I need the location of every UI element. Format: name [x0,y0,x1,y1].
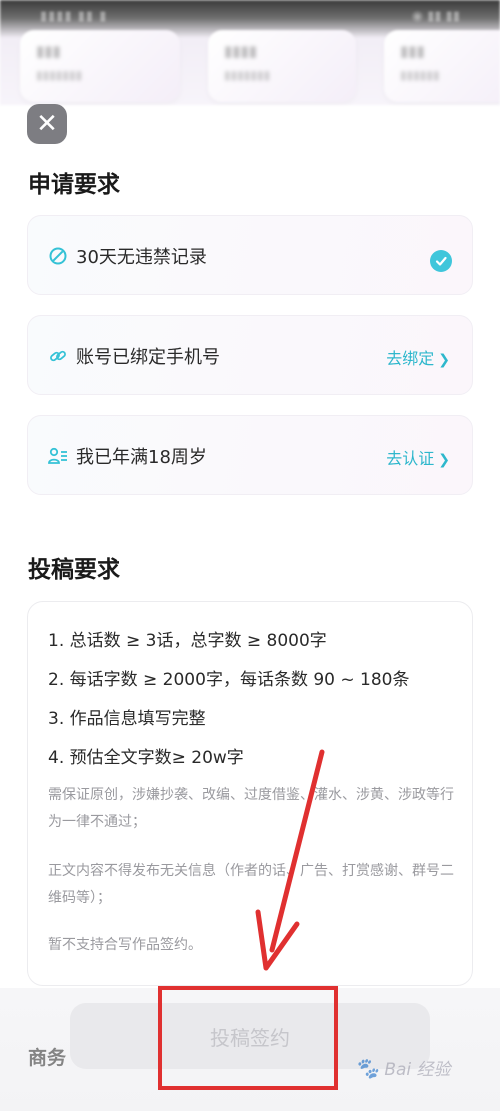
status-carrier: ▮▮▮▮ ▮▮ ▮ [40,9,108,24]
submit-requirements-box: 1. 总话数 ≥ 3话，总字数 ≥ 8000字 2. 每话字数 ≥ 2000字，… [27,601,473,986]
annotation-highlight-box [158,986,338,1090]
user-verify-icon [48,446,68,466]
bind-phone-link[interactable]: 去绑定 ❯ [386,345,450,369]
status-bar: ▮▮▮▮ ▮▮ ▮ ◉ ▮▮ ▮▮ [0,0,500,34]
verify-age-link[interactable]: 去认证 ❯ [386,445,450,469]
submit-rule: 1. 总话数 ≥ 3话，总字数 ≥ 8000字 [48,631,327,651]
submit-rule: 4. 预估全文字数≥ 20w字 [48,748,244,768]
chevron-right-icon: ❯ [438,352,450,368]
link-icon [48,346,68,366]
bind-phone-label: 去绑定 [386,349,435,368]
background-card: ▮▮▮ ▮▮▮▮▮▮▮ [20,30,180,102]
requirement-no-violation: 30天无违禁记录 [27,215,473,295]
watermark-text: Bai 经验 [384,1060,451,1080]
paw-icon: 🐾 [354,1056,379,1080]
checkmark-icon [430,250,452,272]
close-icon: ✕ [36,109,58,139]
background-card: ▮▮▮▮ ▮▮▮▮▮▮▮ [208,30,356,102]
requirement-label: 30天无违禁记录 [76,247,207,268]
requirement-age: 我已年满18周岁 去认证 ❯ [27,415,473,495]
section-title-business: 商务 [28,1047,67,1069]
section-title-submit: 投稿要求 [28,557,120,583]
background-card: ▮▮▮ ▮▮▮▮▮▮ [384,30,500,102]
chevron-right-icon: ❯ [438,452,450,468]
submit-rule: 2. 每话字数 ≥ 2000字，每话条数 90 ~ 180条 [48,670,410,690]
submit-note: 暂不支持合写作品签约。 [48,937,202,953]
submit-rule: 3. 作品信息填写完整 [48,709,206,729]
requirement-bind-phone: 账号已绑定手机号 去绑定 ❯ [27,315,473,395]
prohibit-icon [48,246,68,266]
submit-note: 正文内容不得发布无关信息（作者的话、广告、打赏感谢、群号二维码等）； [48,863,454,906]
background-header: ▮▮▮▮ ▮▮ ▮ ◉ ▮▮ ▮▮ ▮▮▮ ▮▮▮▮▮▮▮ ▮▮▮▮ ▮▮▮▮▮▮▮… [0,0,500,105]
close-button[interactable]: ✕ [27,104,67,144]
watermark: 🐾 Bai 经验 [354,1055,484,1095]
submit-note: 需保证原创，涉嫌抄袭、改编、过度借鉴、灌水、涉黄、涉政等行为一律不通过； [48,787,454,830]
verify-age-label: 去认证 [386,449,435,468]
status-battery: ◉ ▮▮ ▮▮ [411,9,460,24]
section-title-apply: 申请要求 [28,172,120,198]
requirement-label: 我已年满18周岁 [76,447,207,468]
requirement-label: 账号已绑定手机号 [76,347,220,368]
